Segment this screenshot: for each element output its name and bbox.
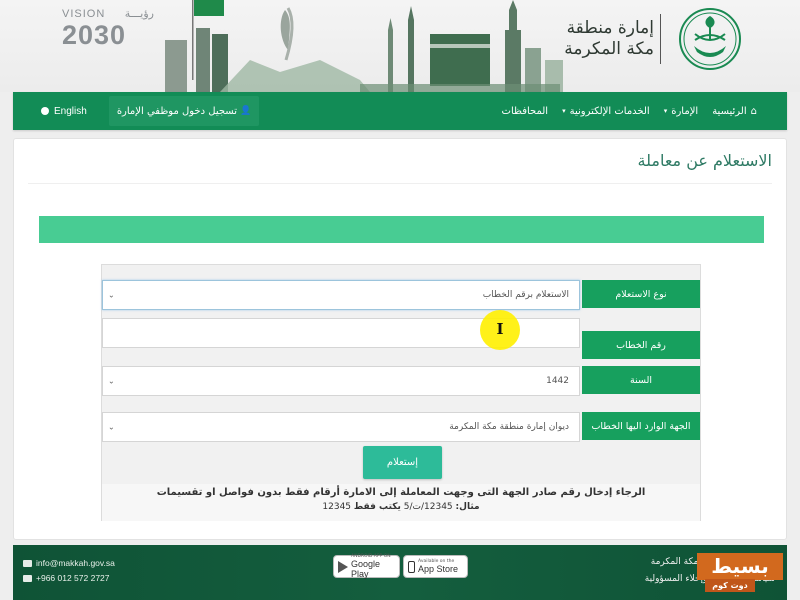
chevron-down-icon: ⌄ — [108, 422, 115, 432]
brand-title: إمارة منطقة مكة المكرمة — [564, 18, 654, 60]
nav-item-governorates-label: المحافظات — [501, 105, 549, 117]
caret-down-icon: ▾ — [562, 107, 566, 115]
recipient-value: ديوان إمارة منطقة مكة المكرمة — [449, 422, 569, 432]
saudi-emblem-icon — [679, 8, 741, 70]
inquiry-type-select[interactable]: الاستعلام برقم الخطاب ⌄ — [102, 280, 580, 310]
vision-year: 2030 — [62, 20, 127, 50]
google-play-icon — [338, 560, 348, 573]
inquiry-type-value: الاستعلام برقم الخطاب — [482, 290, 569, 300]
chevron-down-icon: ⌄ — [108, 376, 115, 386]
google-play-label: Google Play — [351, 559, 381, 579]
watermark-top: بسيط — [697, 553, 783, 580]
header-banner: VISION رؤيـــة 2030 إمارة منطقة مكة المك… — [0, 0, 800, 92]
footer-phone-text: +966 012 572 2727 — [36, 573, 110, 583]
nav-item-e-services[interactable]: الخدمات الإلكترونية ▾ — [562, 106, 650, 117]
nav-item-home[interactable]: ⌂ الرئيسية — [712, 106, 757, 117]
alert-bar — [39, 216, 764, 243]
vision-arabic-label: رؤيـــة — [124, 7, 154, 20]
caret-down-icon: ▾ — [663, 107, 668, 115]
letter-number-label: رقم الخطاب — [582, 331, 700, 359]
nav-menu: ⌂ الرئيسية الإمارة ▾ الخدمات الإلكترونية… — [502, 92, 757, 130]
employee-login-button[interactable]: 👤 تسجيل دخول موظفي الإمارة — [108, 96, 260, 126]
page-title: الاستعلام عن معاملة — [637, 151, 772, 170]
inquiry-form: نوع الاستعلام الاستعلام برقم الخطاب ⌄ رق… — [101, 264, 701, 521]
hint-example-value: 12345/ت/5 — [403, 502, 453, 512]
content-card: الاستعلام عن معاملة نوع الاستعلام الاستع… — [13, 138, 787, 540]
chevron-down-icon: ⌄ — [108, 290, 115, 300]
recipient-label: الجهة الوارد اليها الخطاب — [582, 412, 700, 440]
envelope-icon — [23, 560, 32, 568]
recipient-select[interactable]: ديوان إمارة منطقة مكة المكرمة ⌄ — [102, 412, 580, 442]
year-label: السنة — [582, 366, 700, 394]
form-row-letter-number: رقم الخطاب — [102, 318, 700, 359]
user-icon: 👤 — [240, 106, 252, 116]
nav-item-emirate[interactable]: الإمارة ▾ — [664, 106, 698, 117]
inquire-button[interactable]: إستعلام — [363, 446, 442, 479]
flag-icon — [194, 0, 224, 16]
nav-item-emirate-label: الإمارة — [671, 105, 699, 117]
nav-item-governorates[interactable]: المحافظات — [502, 106, 549, 117]
nav-utilities: English 👤 تسجيل دخول موظفي الإمارة — [13, 92, 260, 130]
hint-example-result: 12345 — [322, 502, 352, 512]
form-row-inquiry-type: نوع الاستعلام الاستعلام برقم الخطاب ⌄ — [102, 280, 700, 312]
title-divider — [28, 183, 772, 184]
main-navbar: ⌂ الرئيسية الإمارة ▾ الخدمات الإلكترونية… — [13, 92, 787, 130]
nav-item-e-services-label: الخدمات الإلكترونية — [569, 105, 650, 117]
employee-login-label: تسجيل دخول موظفي الإمارة — [116, 105, 237, 117]
year-select[interactable]: 1442 ⌄ — [102, 366, 580, 396]
home-icon: ⌂ — [750, 105, 757, 117]
text-cursor-icon: I — [496, 320, 504, 338]
footer-email[interactable]: info@makkah.gov.sa — [23, 556, 115, 571]
watermark-bottom: دوت كوم — [705, 579, 755, 592]
language-label: English — [54, 105, 87, 117]
inquiry-type-label: نوع الاستعلام — [582, 280, 700, 308]
language-switch[interactable]: English — [41, 106, 87, 117]
brand-divider — [660, 14, 661, 64]
footer-phone[interactable]: +966 012 572 2727 — [23, 571, 115, 586]
form-row-year: السنة 1442 ⌄ — [102, 366, 700, 398]
watermark-logo: بسيط دوت كوم — [697, 553, 783, 600]
nav-item-home-label: الرئيسية — [712, 105, 747, 117]
hint-example: مثال: 12345/ت/5 يكتب فقط 12345 — [102, 502, 700, 512]
footer: info@makkah.gov.sa +966 012 572 2727 AND… — [13, 545, 787, 600]
iphone-icon — [408, 560, 415, 573]
vision-label: VISION — [62, 8, 106, 20]
brand-title-line2: مكة المكرمة — [564, 39, 654, 59]
globe-icon — [41, 107, 49, 115]
hint-example-label: مثال: — [455, 502, 480, 512]
hint-text: الرجاء إدخال رقم صادر الجهة التى وجهت ال… — [156, 487, 646, 498]
footer-contact: info@makkah.gov.sa +966 012 572 2727 — [23, 556, 115, 586]
year-value: 1442 — [546, 376, 569, 386]
hint-area: الرجاء إدخال رقم صادر الجهة التى وجهت ال… — [102, 484, 700, 521]
hint-example-middle: يكتب فقط — [353, 502, 401, 512]
vision-2030-logo: VISION رؤيـــة 2030 — [62, 7, 154, 54]
google-play-badge[interactable]: ANDROID APP ON Google Play — [333, 554, 400, 579]
form-row-recipient: الجهة الوارد اليها الخطاب ديوان إمارة من… — [102, 412, 700, 444]
brand-title-line1: إمارة منطقة — [566, 18, 654, 38]
app-store-badge[interactable]: Available on the App Store — [403, 555, 468, 578]
footer-email-text: info@makkah.gov.sa — [36, 558, 115, 568]
cursor-highlight: I — [480, 310, 520, 350]
phone-icon — [23, 575, 32, 583]
app-store-label: App Store — [418, 564, 459, 574]
